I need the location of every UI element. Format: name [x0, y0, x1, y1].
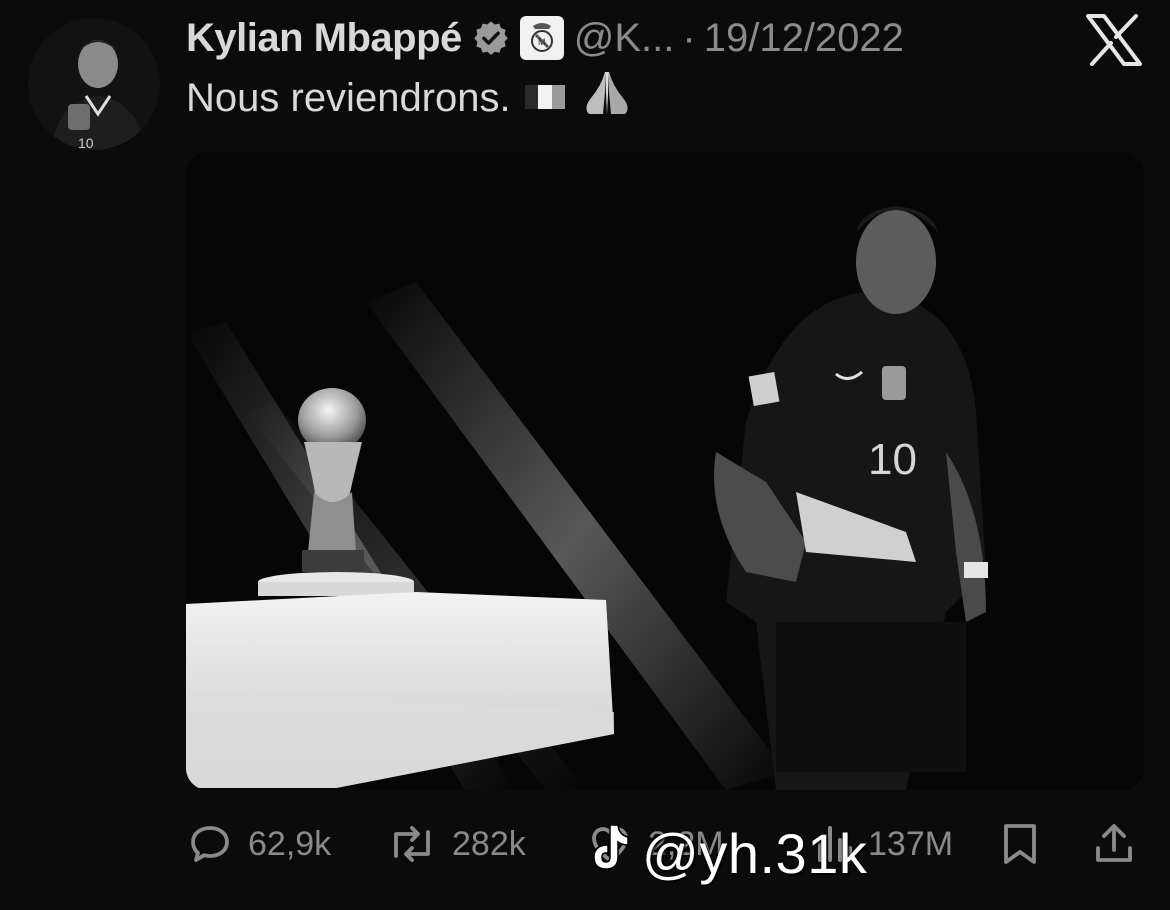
verified-badge-icon: [472, 19, 510, 57]
author-avatar[interactable]: 10: [28, 18, 160, 150]
author-handle[interactable]: @K...: [574, 16, 675, 61]
x-logo-icon: [1086, 14, 1142, 66]
flag-france-icon: [524, 76, 565, 121]
post-date[interactable]: 19/12/2022: [704, 16, 904, 61]
author-name[interactable]: Kylian Mbappé: [186, 16, 462, 61]
repost-count: 282k: [452, 824, 526, 863]
tiktok-watermark: @yh.31k: [586, 818, 867, 888]
tiktok-icon: [586, 821, 632, 886]
real-madrid-crest-icon[interactable]: M: [519, 16, 564, 60]
share-icon: [1090, 820, 1138, 868]
reply-count: 62,9k: [248, 824, 332, 863]
share-button[interactable]: [1090, 812, 1138, 876]
reply-icon: [186, 820, 234, 868]
bookmark-button[interactable]: [998, 812, 1042, 876]
tweet-text: Nous reviendrons.: [186, 72, 635, 124]
svg-text:10: 10: [78, 135, 94, 150]
separator-dot: ·: [682, 15, 696, 60]
tweet-header: Kylian Mbappé M @K... · 19/12/2022: [186, 12, 904, 64]
bookmark-icon: [998, 820, 1042, 868]
avatar-image: 10: [28, 18, 160, 150]
folded-hands-icon: [579, 68, 635, 128]
repost-icon: [386, 820, 438, 868]
watermark-text: @yh.31k: [642, 821, 868, 885]
reply-button[interactable]: 62,9k: [186, 812, 331, 876]
jersey-number: 10: [868, 435, 917, 484]
repost-button[interactable]: 282k: [386, 812, 526, 876]
tweet-body: Nous reviendrons.: [186, 75, 511, 120]
tweet-photo[interactable]: 10: [186, 152, 1144, 790]
photo-trophy-and-player: 10: [186, 152, 1144, 790]
svg-text:M: M: [538, 37, 546, 47]
views-count: 137M: [868, 824, 954, 863]
